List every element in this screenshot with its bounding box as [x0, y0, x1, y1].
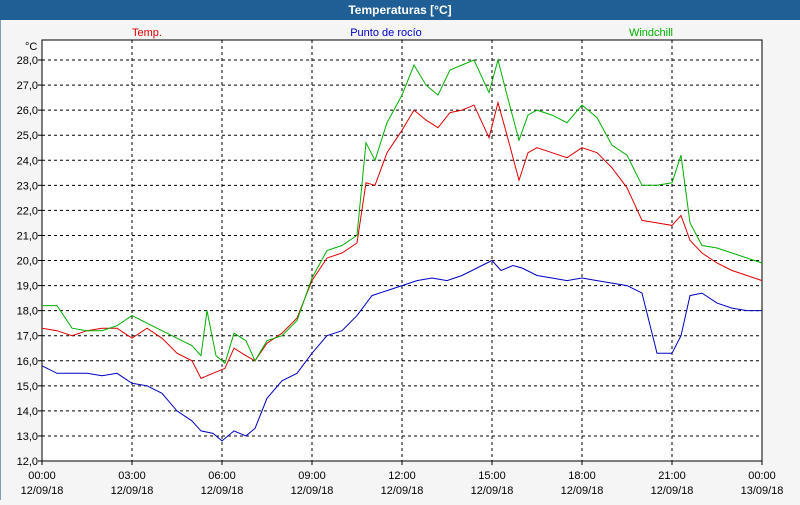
y-tick-label: 27,0: [17, 80, 38, 92]
y-tick-label: 22,0: [17, 205, 38, 217]
y-tick-label: 17,0: [17, 331, 38, 343]
y-axis: 12,0 13,0 14,0 15,0 16,0 17,0 18,0 19,0 20,0 21,0…: [17, 55, 42, 468]
y-tick-label: 25,0: [17, 130, 38, 142]
y-tick-label: 21,0: [17, 230, 38, 242]
x-tick-date-label: 12/09/18: [111, 485, 154, 497]
x-tick-date-label: 12/09/18: [561, 485, 604, 497]
x-tick-date-label: 12/09/18: [21, 485, 64, 497]
y-tick-label: 12,0: [17, 456, 38, 468]
x-tick-date-label: 12/09/18: [471, 485, 514, 497]
y-unit-label: °C: [25, 41, 37, 53]
x-tick-time-label: 09:00: [298, 470, 326, 482]
y-tick-label: 13,0: [17, 431, 38, 443]
legend-entry: Punto de rocío: [350, 27, 422, 39]
legend-entry: Windchill: [629, 27, 673, 39]
y-tick-label: 20,0: [17, 256, 38, 268]
legend: Temp. Punto de rocío Windchill: [132, 27, 673, 39]
temperature-chart: 12,0 13,0 14,0 15,0 16,0 17,0 18,0 19,0 20,0 21,0…: [17, 27, 784, 497]
chart-title: Temperaturas [°C]: [0, 0, 800, 20]
x-tick-date-label: 12/09/18: [651, 485, 694, 497]
y-tick-label: 15,0: [17, 381, 38, 393]
y-tick-label: 24,0: [17, 155, 38, 167]
x-tick-date-label: 12/09/18: [291, 485, 334, 497]
legend-entry: Temp.: [132, 27, 162, 39]
x-tick-time-label: 12:00: [388, 470, 416, 482]
y-tick-label: 19,0: [17, 281, 38, 293]
x-tick-time-label: 18:00: [568, 470, 596, 482]
chart-area: 12,0 13,0 14,0 15,0 16,0 17,0 18,0 19,0 20,0 21,0…: [0, 20, 800, 500]
x-tick-time-label: 15:00: [478, 470, 506, 482]
x-axis: 00:00 12/09/18 03:00 12/09/18 06:00 12/09/18 0…: [21, 461, 784, 497]
y-tick-label: 23,0: [17, 180, 38, 192]
x-tick-time-label: 03:00: [118, 470, 146, 482]
y-tick-label: 16,0: [17, 356, 38, 368]
x-tick-time-label: 21:00: [658, 470, 686, 482]
x-tick-date-label: 12/09/18: [381, 485, 424, 497]
y-tick-label: 18,0: [17, 306, 38, 318]
y-tick-label: 26,0: [17, 105, 38, 117]
y-tick-label: 28,0: [17, 55, 38, 67]
x-tick-time-label: 00:00: [748, 470, 776, 482]
y-tick-label: 14,0: [17, 406, 38, 418]
x-tick-time-label: 06:00: [208, 470, 236, 482]
x-tick-date-label: 12/09/18: [201, 485, 244, 497]
x-tick-time-label: 00:00: [28, 470, 56, 482]
x-tick-date-label: 13/09/18: [741, 485, 784, 497]
